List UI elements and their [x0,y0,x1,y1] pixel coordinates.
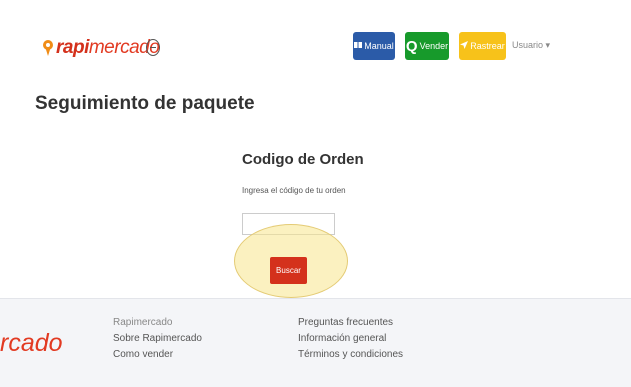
footer-link-how-to-sell[interactable]: Como vender [113,349,202,360]
page-title: Seguimiento de paquete [35,93,255,114]
footer-column-2: Preguntas frecuentes Información general… [298,317,403,360]
user-menu[interactable]: Usuario ▾ [512,40,550,51]
manual-label: Manual [364,41,394,51]
buscar-button[interactable]: Buscar [270,257,307,284]
book-icon [354,41,363,51]
rastrear-label: Rastrear [470,41,505,51]
footer-link-terms[interactable]: Términos y condiciones [298,349,403,360]
footer-link-about[interactable]: Sobre Rapimercado [113,333,202,344]
globe-icon[interactable] [146,39,160,56]
vender-button[interactable]: Q Vender [405,32,449,60]
pin-icon [42,39,54,57]
footer-link-general-info[interactable]: Información general [298,333,403,344]
order-code-hint: Ingresa el código de tu orden [242,186,346,195]
search-icon: Q [405,37,418,55]
order-code-title: Codigo de Orden [242,151,364,168]
footer-link-faq[interactable]: Preguntas frecuentes [298,317,403,328]
header: rapimercado Manual Q Vender Rastrear Usu… [0,0,631,90]
vender-label: Vender [419,41,449,51]
rapimercado-logo[interactable]: rapimercado [42,36,160,60]
footer-link-rapimercado[interactable]: Rapimercado [113,317,202,328]
rastrear-button[interactable]: Rastrear [459,32,506,60]
manual-button[interactable]: Manual [353,32,395,60]
footer-logo[interactable]: rcado [0,329,63,358]
logo-bold-text: rapi [56,37,89,58]
footer-column-1: Rapimercado Sobre Rapimercado Como vende… [113,317,202,360]
location-arrow-icon [460,41,469,51]
